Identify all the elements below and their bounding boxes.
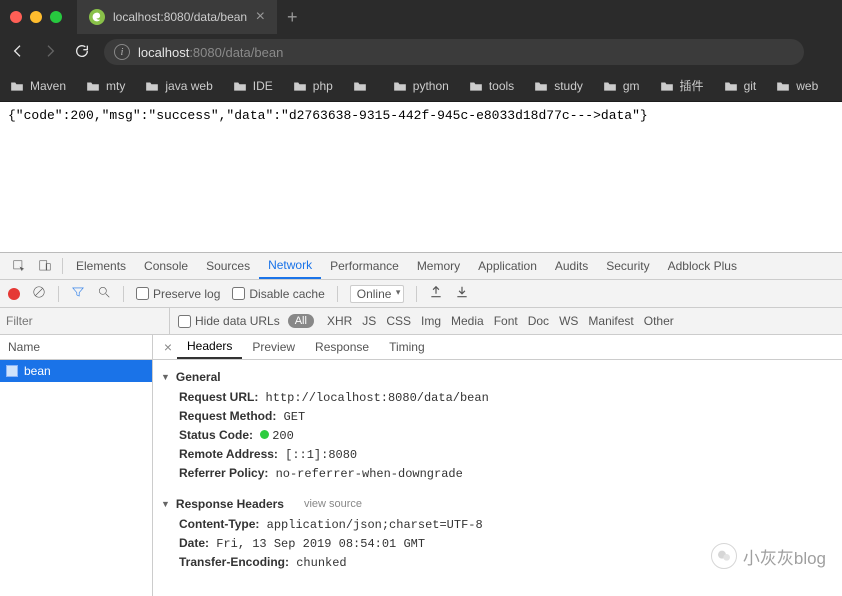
view-source-link[interactable]: view source <box>304 498 362 510</box>
bookmark-folder[interactable]: web <box>776 79 818 93</box>
network-request-list: Name bean <box>0 335 153 596</box>
record-button[interactable] <box>8 288 20 300</box>
close-detail-icon[interactable]: × <box>159 339 177 355</box>
general-toggle[interactable]: ▼General <box>161 370 832 384</box>
hide-data-urls-checkbox[interactable]: Hide data URLs <box>178 314 280 328</box>
bookmarks-bar: Maven mty java web IDE php python tools study gm… <box>0 70 842 102</box>
inspect-icon[interactable] <box>6 253 32 279</box>
bookmark-folder[interactable]: mty <box>86 79 125 93</box>
disable-cache-checkbox[interactable]: Disable cache <box>232 287 324 301</box>
new-tab-button[interactable]: + <box>287 7 298 28</box>
devtools-tab-memory[interactable]: Memory <box>408 253 469 279</box>
filter-toggle-icon[interactable] <box>71 285 85 302</box>
back-button[interactable] <box>10 43 26 62</box>
network-toolbar: Preserve log Disable cache Online <box>0 280 842 308</box>
devtools-tab-security[interactable]: Security <box>597 253 658 279</box>
reload-button[interactable] <box>74 43 90 62</box>
window-controls <box>10 11 62 23</box>
address-bar[interactable]: i localhost:8080/data/bean <box>104 39 804 65</box>
devtools-tab-performance[interactable]: Performance <box>321 253 408 279</box>
bookmark-folder[interactable]: Maven <box>10 79 66 93</box>
detail-tabs: × HeadersPreviewResponseTiming <box>153 335 842 360</box>
bookmark-folder[interactable]: php <box>293 79 333 93</box>
browser-tab[interactable]: localhost:8080/data/bean × <box>77 0 277 34</box>
maximize-window-icon[interactable] <box>50 11 62 23</box>
status-dot-icon <box>260 430 269 439</box>
devtools-tab-elements[interactable]: Elements <box>67 253 135 279</box>
detail-tab-preview[interactable]: Preview <box>242 335 305 359</box>
download-har-icon[interactable] <box>455 285 469 302</box>
site-info-icon[interactable]: i <box>114 44 130 60</box>
preserve-log-checkbox[interactable]: Preserve log <box>136 287 220 301</box>
favicon-spring-icon <box>89 9 105 25</box>
window-titlebar: localhost:8080/data/bean × + <box>0 0 842 34</box>
page-body: {"code":200,"msg":"success","data":"d276… <box>0 102 842 252</box>
filter-type-css[interactable]: CSS <box>381 314 416 328</box>
bookmark-folder[interactable]: git <box>724 79 757 93</box>
bookmark-folder[interactable]: IDE <box>233 79 273 93</box>
document-icon <box>6 365 18 377</box>
upload-har-icon[interactable] <box>429 285 443 302</box>
request-row-bean[interactable]: bean <box>0 360 152 382</box>
filter-input[interactable] <box>0 308 170 334</box>
bookmark-folder[interactable]: study <box>534 79 583 93</box>
devtools-tab-adblock-plus[interactable]: Adblock Plus <box>659 253 746 279</box>
response-headers-toggle[interactable]: ▼Response Headersview source <box>161 497 832 511</box>
close-window-icon[interactable] <box>10 11 22 23</box>
filter-type-media[interactable]: Media <box>446 314 489 328</box>
request-detail-panel: × HeadersPreviewResponseTiming ▼General … <box>153 335 842 596</box>
nav-toolbar: i localhost:8080/data/bean <box>0 34 842 70</box>
devtools-tabstrip: ElementsConsoleSourcesNetworkPerformance… <box>0 252 842 280</box>
bookmark-folder[interactable]: tools <box>469 79 514 93</box>
filter-type-ws[interactable]: WS <box>554 314 583 328</box>
filter-type-xhr[interactable]: XHR <box>322 314 357 328</box>
clear-button[interactable] <box>32 285 46 302</box>
bookmark-folder[interactable]: 插件 <box>660 77 704 94</box>
request-name: bean <box>24 364 51 378</box>
detail-tab-response[interactable]: Response <box>305 335 379 359</box>
bookmark-folder[interactable] <box>353 80 373 92</box>
filter-all[interactable]: All <box>288 314 314 328</box>
devtools-body: Name bean × HeadersPreviewResponseTiming… <box>0 335 842 596</box>
filter-type-manifest[interactable]: Manifest <box>583 314 638 328</box>
detail-tab-timing[interactable]: Timing <box>379 335 435 359</box>
throttle-select[interactable]: Online <box>350 285 405 303</box>
detail-tab-headers[interactable]: Headers <box>177 335 242 359</box>
tab-title: localhost:8080/data/bean <box>113 10 247 24</box>
search-icon[interactable] <box>97 285 111 302</box>
devtools-tab-network[interactable]: Network <box>259 253 321 279</box>
bookmark-folder[interactable]: java web <box>145 79 212 93</box>
filter-type-other[interactable]: Other <box>639 314 679 328</box>
column-header-name[interactable]: Name <box>0 335 152 360</box>
devtools-tab-audits[interactable]: Audits <box>546 253 597 279</box>
filter-type-font[interactable]: Font <box>489 314 523 328</box>
filter-type-img[interactable]: Img <box>416 314 446 328</box>
forward-button[interactable] <box>42 43 58 62</box>
section-general: ▼General Request URL: http://localhost:8… <box>153 360 842 487</box>
filter-type-doc[interactable]: Doc <box>523 314 554 328</box>
bookmark-folder[interactable]: python <box>393 79 449 93</box>
devtools-tab-console[interactable]: Console <box>135 253 197 279</box>
tab-close-icon[interactable]: × <box>256 8 265 26</box>
url-text: localhost:8080/data/bean <box>138 45 283 60</box>
filter-type-js[interactable]: JS <box>357 314 381 328</box>
minimize-window-icon[interactable] <box>30 11 42 23</box>
section-response-headers: ▼Response Headersview source Content-Typ… <box>153 487 842 576</box>
devtools-tab-sources[interactable]: Sources <box>197 253 259 279</box>
device-toggle-icon[interactable] <box>32 253 58 279</box>
network-filter-bar: Hide data URLs All XHRJSCSSImgMediaFontD… <box>0 308 842 335</box>
devtools-tab-application[interactable]: Application <box>469 253 546 279</box>
bookmark-folder[interactable]: gm <box>603 79 640 93</box>
